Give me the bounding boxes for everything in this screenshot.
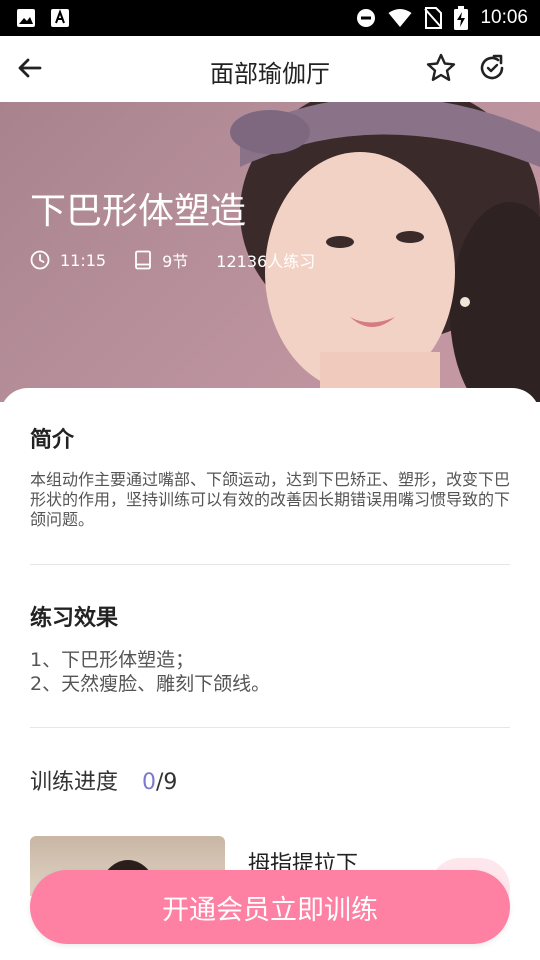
app-bar: 面部瑜伽厅 <box>0 36 540 102</box>
progress-current: 0 <box>142 770 157 795</box>
intro-heading: 简介 <box>30 428 75 453</box>
effects-heading: 练习效果 <box>30 606 119 631</box>
refresh-icon[interactable] <box>476 52 508 84</box>
duration-text: 11:15 <box>60 250 107 270</box>
intro-text: 本组动作主要通过嘴部、下颌运动，达到下巴矫正、塑形，改变下巴形状的作用，坚持训练… <box>30 470 511 529</box>
battery-charging-icon <box>454 6 469 30</box>
no-sim-icon <box>424 7 443 29</box>
course-title: 下巴形体塑造 <box>30 191 247 232</box>
progress-label: 训练进度 <box>30 770 119 795</box>
star-icon[interactable] <box>425 52 457 84</box>
do-not-disturb-icon <box>357 9 376 27</box>
status-bar: 10:06 <box>0 0 540 36</box>
clock-icon <box>30 250 50 270</box>
effect-line-1: 1、下巴形体塑造； <box>30 649 195 671</box>
training-progress: 训练进度 0/9 <box>30 764 177 796</box>
book-icon <box>135 250 152 270</box>
effects-list: 1、下巴形体塑造； 2、天然瘦脸、雕刻下颌线。 <box>30 648 510 696</box>
image-icon <box>17 9 35 27</box>
page-title: 面部瑜伽厅 <box>210 60 330 88</box>
effect-line-2: 2、天然瘦脸、雕刻下颌线。 <box>30 673 271 695</box>
course-meta: 11:15 9节 12136人练习 <box>30 248 343 272</box>
subscribe-train-button[interactable]: 开通会员立即训练 <box>30 870 510 944</box>
sections-text: 9节 <box>162 252 189 271</box>
divider <box>30 727 510 728</box>
progress-total: /9 <box>156 770 178 795</box>
practitioners-item: 12136人练习 <box>216 248 315 272</box>
status-time: 10:06 <box>480 7 528 28</box>
course-hero: 下巴形体塑造 11:15 9节 12136人练习 <box>0 102 540 402</box>
divider <box>30 564 510 565</box>
sections-item: 9节 <box>134 248 188 272</box>
font-icon <box>51 9 69 27</box>
duration-item: 11:15 <box>30 250 106 270</box>
practitioners-text: 12136人练习 <box>216 252 316 271</box>
wifi-icon <box>388 9 412 27</box>
